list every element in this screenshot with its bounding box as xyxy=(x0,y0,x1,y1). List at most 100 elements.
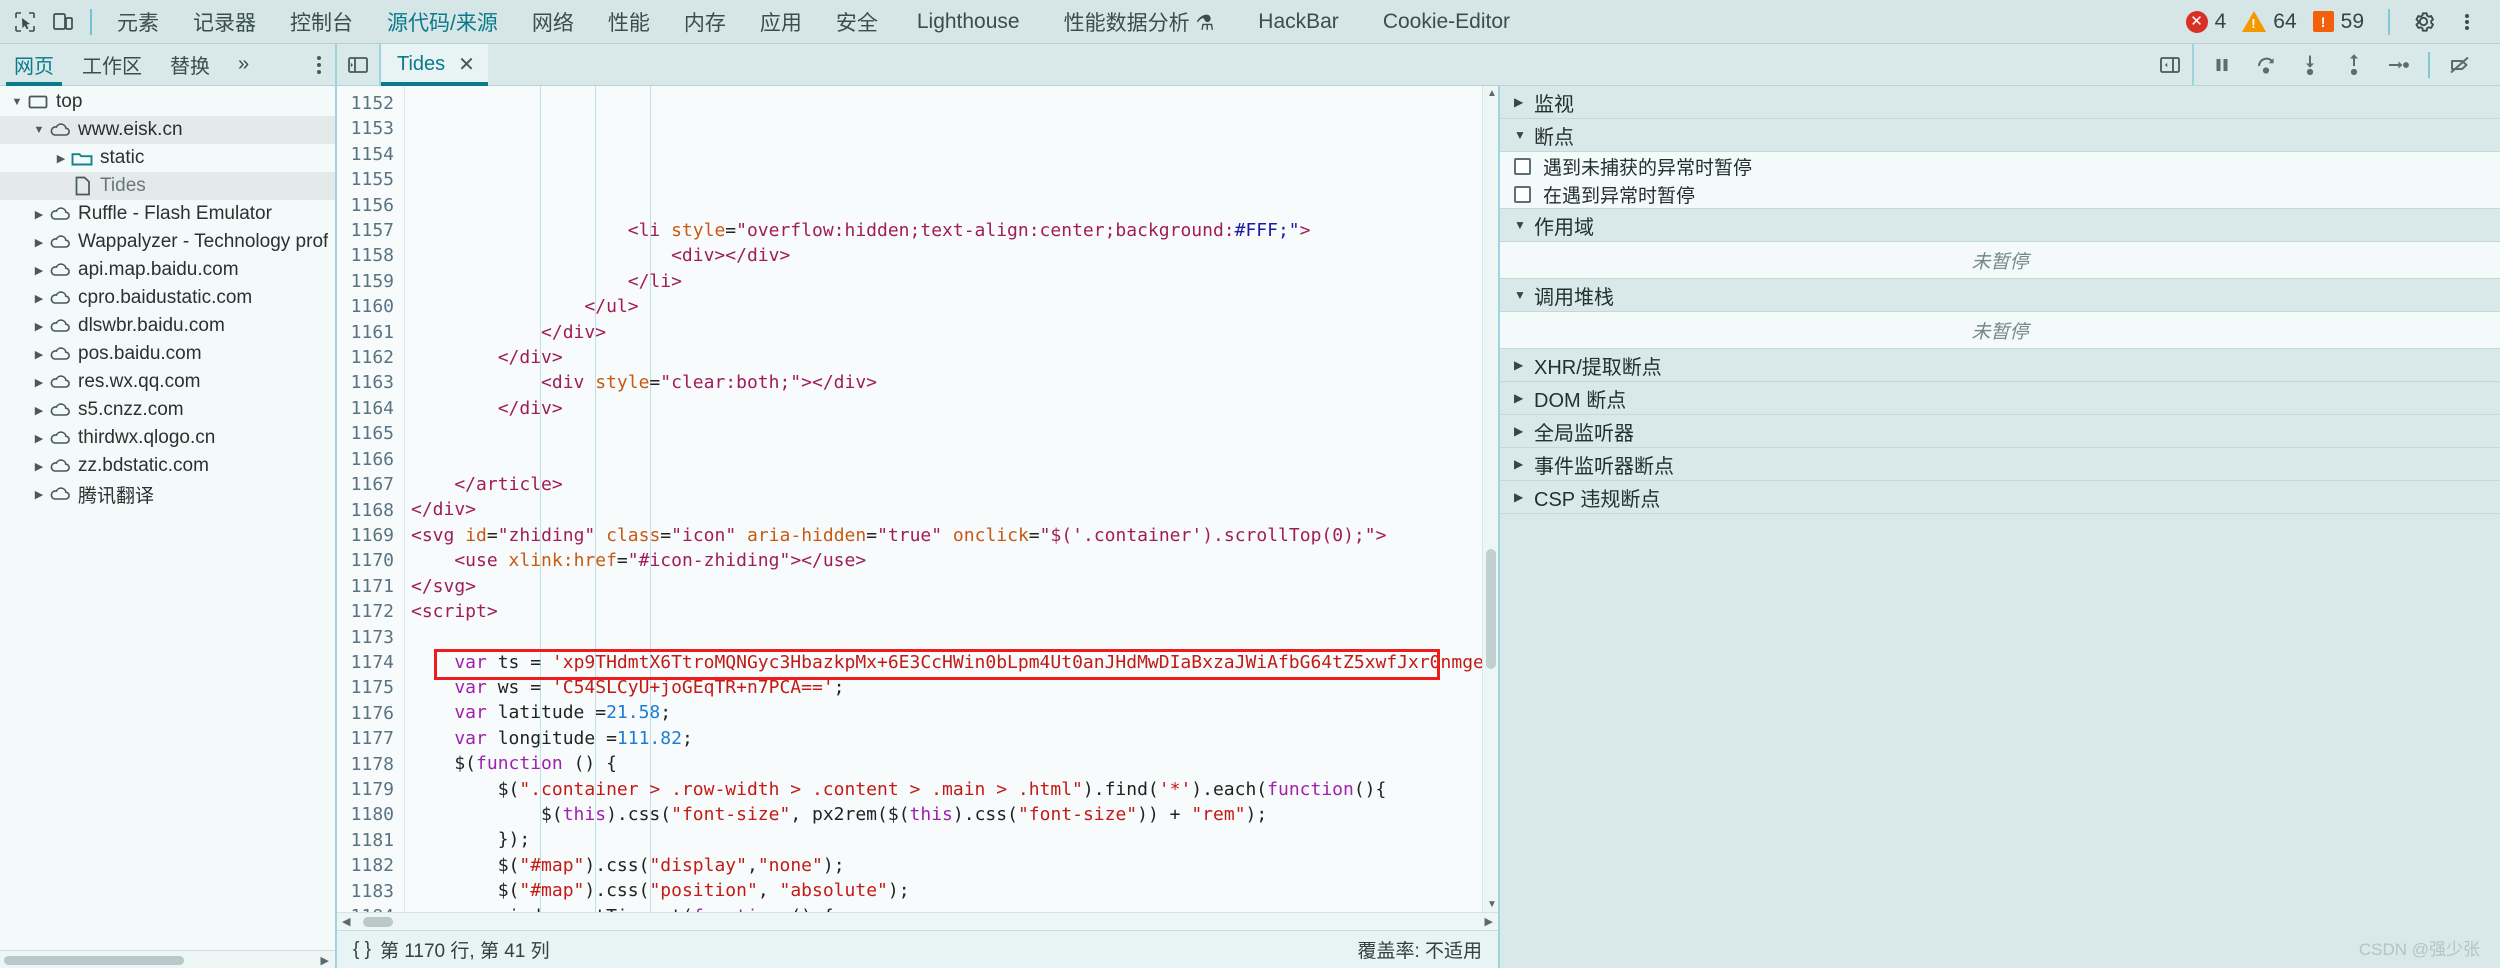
code-line[interactable]: $(".container > .row-width > .content > … xyxy=(405,777,1498,802)
tab-performance[interactable]: 性能 xyxy=(591,0,667,44)
error-counter[interactable]: ✕ 4 xyxy=(2185,10,2226,34)
section-xhr-breakpoints[interactable]: ▶ XHR/提取断点 xyxy=(1500,349,2500,382)
line-number[interactable]: 1160 xyxy=(337,294,394,319)
section-scope[interactable]: ▼ 作用域 xyxy=(1500,209,2500,242)
tab-cookie-editor[interactable]: Cookie-Editor xyxy=(1361,0,1532,44)
line-number[interactable]: 1163 xyxy=(337,370,394,395)
tree-node-s5-cnzz[interactable]: ▶ s5.cnzz.com xyxy=(0,396,335,424)
scrollbar-thumb[interactable] xyxy=(363,917,393,927)
code-line[interactable]: }); xyxy=(405,827,1498,852)
tab-lighthouse[interactable]: Lighthouse xyxy=(895,0,1042,44)
chevron-right-icon[interactable]: ▶ xyxy=(1514,358,1534,372)
chevron-right-icon[interactable]: ▶ xyxy=(30,432,48,445)
chevron-right-icon[interactable]: ▶ xyxy=(30,460,48,473)
code-line[interactable] xyxy=(405,447,1498,472)
code-line[interactable]: </div> xyxy=(405,320,1498,345)
code-line[interactable]: var ws = 'C54SLCyU+joGEqTR+n7PCA=='; xyxy=(405,675,1498,700)
step-into-button[interactable] xyxy=(2288,44,2332,86)
chevron-right-icon[interactable]: ▶ xyxy=(1514,391,1534,405)
line-number[interactable]: 1174 xyxy=(337,650,394,675)
section-event-listener-breakpoints[interactable]: ▶ 事件监听器断点 xyxy=(1500,448,2500,481)
line-number[interactable]: 1168 xyxy=(337,498,394,523)
tab-sources[interactable]: 源代码/来源 xyxy=(370,0,515,44)
code-line[interactable]: </div> xyxy=(405,497,1498,522)
tab-memory[interactable]: 内存 xyxy=(667,0,743,44)
section-csp-violation-breakpoints[interactable]: ▶ CSP 违规断点 xyxy=(1500,481,2500,514)
info-counter[interactable]: ! 59 xyxy=(2312,10,2364,34)
navigator-horizontal-scrollbar[interactable]: ▶ xyxy=(0,950,335,968)
tab-performance-insights[interactable]: 性能数据分析 ⚗ xyxy=(1042,0,1237,44)
nav-tab-page[interactable]: 网页 xyxy=(0,44,68,86)
chevron-down-icon[interactable]: ▼ xyxy=(1514,288,1534,302)
step-button[interactable] xyxy=(2376,44,2420,86)
line-number[interactable]: 1182 xyxy=(337,853,394,878)
pretty-print-icon[interactable]: { } xyxy=(353,939,371,961)
tree-node-tides[interactable]: Tides xyxy=(0,172,335,200)
code-content[interactable]: <li style="overflow:hidden;text-align:ce… xyxy=(405,86,1498,912)
code-line[interactable]: $(function () { xyxy=(405,751,1498,776)
tab-application[interactable]: 应用 xyxy=(743,0,819,44)
code-line[interactable]: var latitude =21.58; xyxy=(405,700,1498,725)
section-watch[interactable]: ▶ 监视 xyxy=(1500,86,2500,119)
line-number[interactable]: 1184 xyxy=(337,904,394,912)
line-number[interactable]: 1159 xyxy=(337,269,394,294)
chevron-right-icon[interactable]: ▶ xyxy=(30,348,48,361)
chevron-right-icon[interactable]: ▶ xyxy=(1514,457,1534,471)
tree-node-res-wx-qq[interactable]: ▶ res.wx.qq.com xyxy=(0,368,335,396)
chevron-down-icon[interactable]: ▼ xyxy=(1514,128,1534,142)
chevron-right-icon[interactable]: ▶ xyxy=(30,264,48,277)
line-number[interactable]: 1177 xyxy=(337,726,394,751)
code-line[interactable] xyxy=(405,421,1498,446)
scroll-up-icon[interactable]: ▲ xyxy=(1487,88,1497,99)
code-line[interactable]: $(this).css("font-size", px2rem($(this).… xyxy=(405,802,1498,827)
code-line[interactable]: </ul> xyxy=(405,294,1498,319)
line-number[interactable]: 1154 xyxy=(337,142,394,167)
code-line[interactable]: <svg id="zhiding" class="icon" aria-hidd… xyxy=(405,523,1498,548)
chevron-right-icon[interactable]: ▶ xyxy=(1514,95,1534,109)
scroll-down-icon[interactable]: ▼ xyxy=(1487,899,1497,910)
line-number[interactable]: 1181 xyxy=(337,828,394,853)
deactivate-breakpoints-icon[interactable] xyxy=(2438,44,2482,86)
line-number[interactable]: 1180 xyxy=(337,802,394,827)
code-line[interactable]: </article> xyxy=(405,472,1498,497)
section-breakpoints[interactable]: ▼ 断点 xyxy=(1500,119,2500,152)
code-line[interactable]: <script> xyxy=(405,599,1498,624)
section-global-listeners[interactable]: ▶ 全局监听器 xyxy=(1500,415,2500,448)
step-out-button[interactable] xyxy=(2332,44,2376,86)
chevron-right-icon[interactable]: ▶ xyxy=(30,208,48,221)
line-number[interactable]: 1172 xyxy=(337,599,394,624)
chevron-right-icon[interactable]: ▶ xyxy=(30,404,48,417)
scrollbar-thumb[interactable] xyxy=(4,956,184,965)
tree-node-top[interactable]: ▼ top xyxy=(0,88,335,116)
chevron-right-icon[interactable]: ▶ xyxy=(30,292,48,305)
line-number[interactable]: 1183 xyxy=(337,879,394,904)
kebab-menu-icon[interactable] xyxy=(2448,3,2486,41)
tab-recorder[interactable]: 记录器 xyxy=(176,0,273,44)
chevron-right-icon[interactable]: ▶ xyxy=(30,236,48,249)
tree-node-api-map-baidu[interactable]: ▶ api.map.baidu.com xyxy=(0,256,335,284)
pause-script-button[interactable] xyxy=(2200,44,2244,86)
chevron-right-icon[interactable]: ▶ xyxy=(1514,490,1534,504)
code-line[interactable]: <div></div> xyxy=(405,243,1498,268)
step-over-button[interactable] xyxy=(2244,44,2288,86)
tab-hackbar[interactable]: HackBar xyxy=(1236,0,1361,44)
line-number[interactable]: 1156 xyxy=(337,193,394,218)
chevron-down-icon[interactable]: ▼ xyxy=(1514,218,1534,232)
code-line[interactable]: </svg> xyxy=(405,574,1498,599)
tree-node-wappalyzer[interactable]: ▶ Wappalyzer - Technology prof xyxy=(0,228,335,256)
tab-security[interactable]: 安全 xyxy=(819,0,895,44)
nav-tab-more-icon[interactable]: » xyxy=(224,44,263,86)
scroll-right-icon[interactable]: ▶ xyxy=(321,954,329,967)
scroll-left-icon[interactable]: ◀ xyxy=(342,915,350,928)
editor-horizontal-scrollbar[interactable]: ◀ ▶ xyxy=(337,912,1498,930)
line-number[interactable]: 1173 xyxy=(337,625,394,650)
code-line[interactable]: var longitude =111.82; xyxy=(405,726,1498,751)
scroll-right-icon[interactable]: ▶ xyxy=(1485,915,1493,928)
line-number[interactable]: 1153 xyxy=(337,116,394,141)
chevron-down-icon[interactable]: ▼ xyxy=(8,96,26,108)
checkbox[interactable] xyxy=(1514,185,1531,203)
chevron-right-icon[interactable]: ▶ xyxy=(30,488,48,501)
chevron-right-icon[interactable]: ▶ xyxy=(30,376,48,389)
code-line[interactable]: </div> xyxy=(405,345,1498,370)
line-number[interactable]: 1179 xyxy=(337,777,394,802)
